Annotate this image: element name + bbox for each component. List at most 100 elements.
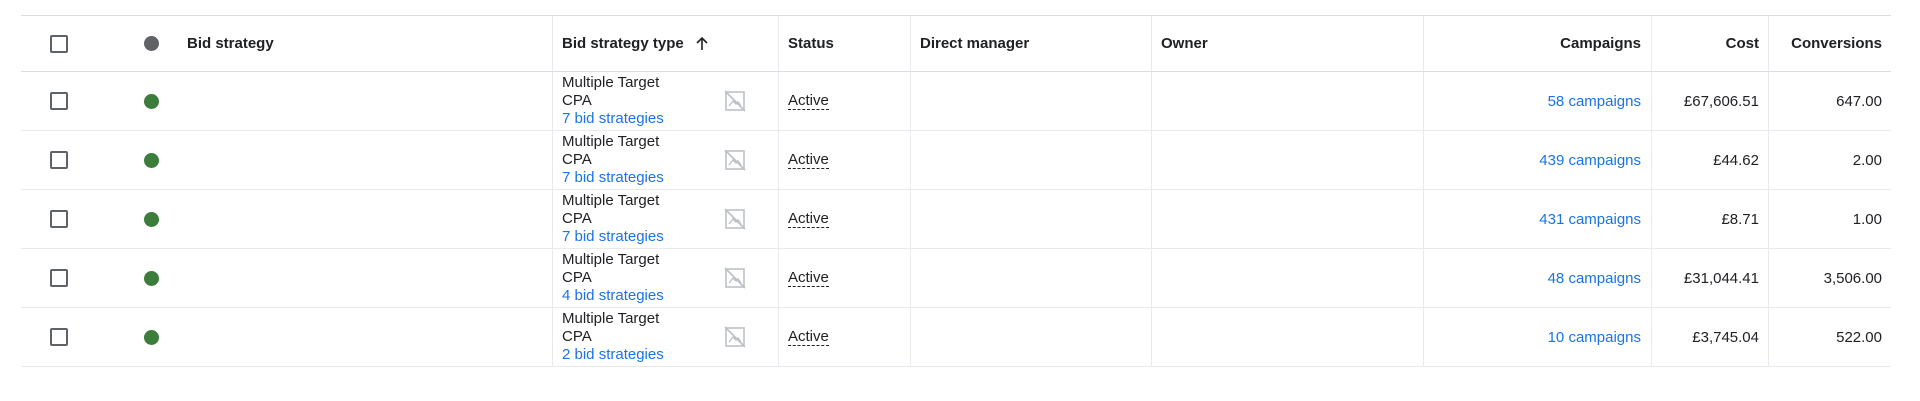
no-image-cell xyxy=(723,308,751,366)
conversions-cell: 522.00 xyxy=(1768,308,1882,366)
header-bid-strategy-label: Bid strategy xyxy=(187,35,274,52)
header-bid-strategy[interactable]: Bid strategy xyxy=(187,16,547,71)
header-conversions[interactable]: Conversions xyxy=(1768,16,1882,71)
conversions-cell: 3,506.00 xyxy=(1768,249,1882,307)
image-off-icon xyxy=(723,207,747,231)
bid-strategies-link[interactable]: 4 bid strategies xyxy=(562,287,664,305)
cost-cell: £44.62 xyxy=(1651,131,1759,189)
header-bid-strategy-type[interactable]: Bid strategy type xyxy=(562,16,772,71)
row-select-cell xyxy=(50,308,72,366)
campaigns-link[interactable]: 58 campaigns xyxy=(1548,93,1641,110)
status-cell: Active xyxy=(788,249,903,307)
conversions-value: 1.00 xyxy=(1852,210,1882,228)
bid-strategy-type-line2: CPA xyxy=(562,269,592,286)
bid-strategy-type-cell: Multiple Target CPA 7 bid strategies xyxy=(562,190,702,248)
row-status-dot-cell xyxy=(144,72,164,130)
status-active[interactable]: Active xyxy=(788,92,829,110)
status-cell: Active xyxy=(788,72,903,130)
bid-strategies-link[interactable]: 2 bid strategies xyxy=(562,346,664,364)
no-image-cell xyxy=(723,131,751,189)
cost-value: £44.62 xyxy=(1713,151,1759,169)
header-direct-manager-label: Direct manager xyxy=(920,35,1030,52)
image-off-icon xyxy=(723,89,747,113)
no-image-cell xyxy=(723,249,751,307)
cost-value: £67,606.51 xyxy=(1683,92,1759,110)
image-off-icon xyxy=(723,148,747,172)
cost-cell: £3,745.04 xyxy=(1651,308,1759,366)
campaigns-link[interactable]: 431 campaigns xyxy=(1539,211,1641,228)
no-image-cell xyxy=(723,190,751,248)
campaigns-cell: 439 campaigns xyxy=(1423,131,1641,189)
bid-strategies-link[interactable]: 7 bid strategies xyxy=(562,110,664,128)
cost-value: £31,044.41 xyxy=(1683,269,1759,287)
row-status-dot-cell xyxy=(144,131,164,189)
cost-cell: £8.71 xyxy=(1651,190,1759,248)
select-all-cell xyxy=(50,16,72,71)
conversions-value: 2.00 xyxy=(1852,151,1882,169)
image-off-icon xyxy=(723,325,747,349)
bid-strategies-link[interactable]: 7 bid strategies xyxy=(562,228,664,246)
table-row: Multiple Target CPA 7 bid strategies Act… xyxy=(21,131,1891,190)
status-active[interactable]: Active xyxy=(788,328,829,346)
bid-strategy-type-cell: Multiple Target CPA 7 bid strategies xyxy=(562,131,702,189)
conversions-cell: 647.00 xyxy=(1768,72,1882,130)
conversions-cell: 2.00 xyxy=(1768,131,1882,189)
bid-strategy-type-line2: CPA xyxy=(562,151,592,168)
row-select-cell xyxy=(50,249,72,307)
bid-strategy-type-line2: CPA xyxy=(562,210,592,227)
cost-value: £8.71 xyxy=(1721,210,1759,228)
status-cell: Active xyxy=(788,131,903,189)
status-cell: Active xyxy=(788,308,903,366)
header-owner-label: Owner xyxy=(1161,35,1208,52)
campaigns-cell: 10 campaigns xyxy=(1423,308,1641,366)
campaigns-link[interactable]: 10 campaigns xyxy=(1548,329,1641,346)
status-cell: Active xyxy=(788,190,903,248)
bid-strategy-type-line1: Multiple Target xyxy=(562,192,660,209)
status-active[interactable]: Active xyxy=(788,151,829,169)
row-select-cell xyxy=(50,190,72,248)
enabled-status-icon xyxy=(144,93,159,109)
status-active[interactable]: Active xyxy=(788,269,829,287)
header-direct-manager[interactable]: Direct manager xyxy=(920,16,1145,71)
header-cost[interactable]: Cost xyxy=(1651,16,1759,71)
enabled-status-icon xyxy=(144,152,159,168)
bid-strategy-type-line1: Multiple Target xyxy=(562,251,660,268)
header-cost-label: Cost xyxy=(1725,35,1759,52)
campaigns-link[interactable]: 48 campaigns xyxy=(1548,270,1641,287)
row-select-cell xyxy=(50,131,72,189)
arrow-up-icon xyxy=(694,36,710,52)
row-checkbox[interactable] xyxy=(50,328,68,346)
row-checkbox[interactable] xyxy=(50,269,68,287)
enabled-status-icon xyxy=(144,329,159,345)
bid-strategy-type-cell: Multiple Target CPA 7 bid strategies xyxy=(562,72,702,130)
header-bid-strategy-type-label: Bid strategy type xyxy=(562,35,684,52)
table-row: Multiple Target CPA 2 bid strategies Act… xyxy=(21,308,1891,367)
campaigns-cell: 431 campaigns xyxy=(1423,190,1641,248)
enabled-status-icon xyxy=(144,211,159,227)
status-active[interactable]: Active xyxy=(788,210,829,228)
bid-strategy-type-line2: CPA xyxy=(562,92,592,109)
row-status-dot-cell xyxy=(144,308,164,366)
select-all-checkbox[interactable] xyxy=(50,34,68,53)
header-campaigns[interactable]: Campaigns xyxy=(1423,16,1641,71)
bid-strategy-type-line1: Multiple Target xyxy=(562,310,660,327)
row-checkbox[interactable] xyxy=(50,151,68,169)
row-checkbox[interactable] xyxy=(50,92,68,110)
conversions-value: 3,506.00 xyxy=(1823,269,1882,287)
header-status[interactable]: Status xyxy=(788,16,903,71)
bid-strategies-link[interactable]: 7 bid strategies xyxy=(562,169,664,187)
table-row: Multiple Target CPA 7 bid strategies Act… xyxy=(21,72,1891,131)
row-checkbox[interactable] xyxy=(50,210,68,228)
header-owner[interactable]: Owner xyxy=(1161,16,1416,71)
cost-cell: £31,044.41 xyxy=(1651,249,1759,307)
conversions-value: 522.00 xyxy=(1836,328,1882,346)
table-header-row: Bid strategy Bid strategy type Status Di… xyxy=(21,16,1891,72)
no-image-cell xyxy=(723,72,751,130)
conversions-cell: 1.00 xyxy=(1768,190,1882,248)
header-conversions-label: Conversions xyxy=(1791,35,1882,52)
campaigns-link[interactable]: 439 campaigns xyxy=(1539,152,1641,169)
campaigns-cell: 48 campaigns xyxy=(1423,249,1641,307)
bid-strategies-table: Bid strategy Bid strategy type Status Di… xyxy=(21,15,1891,367)
bid-strategy-type-line1: Multiple Target xyxy=(562,133,660,150)
status-dot-header-cell xyxy=(144,16,164,71)
